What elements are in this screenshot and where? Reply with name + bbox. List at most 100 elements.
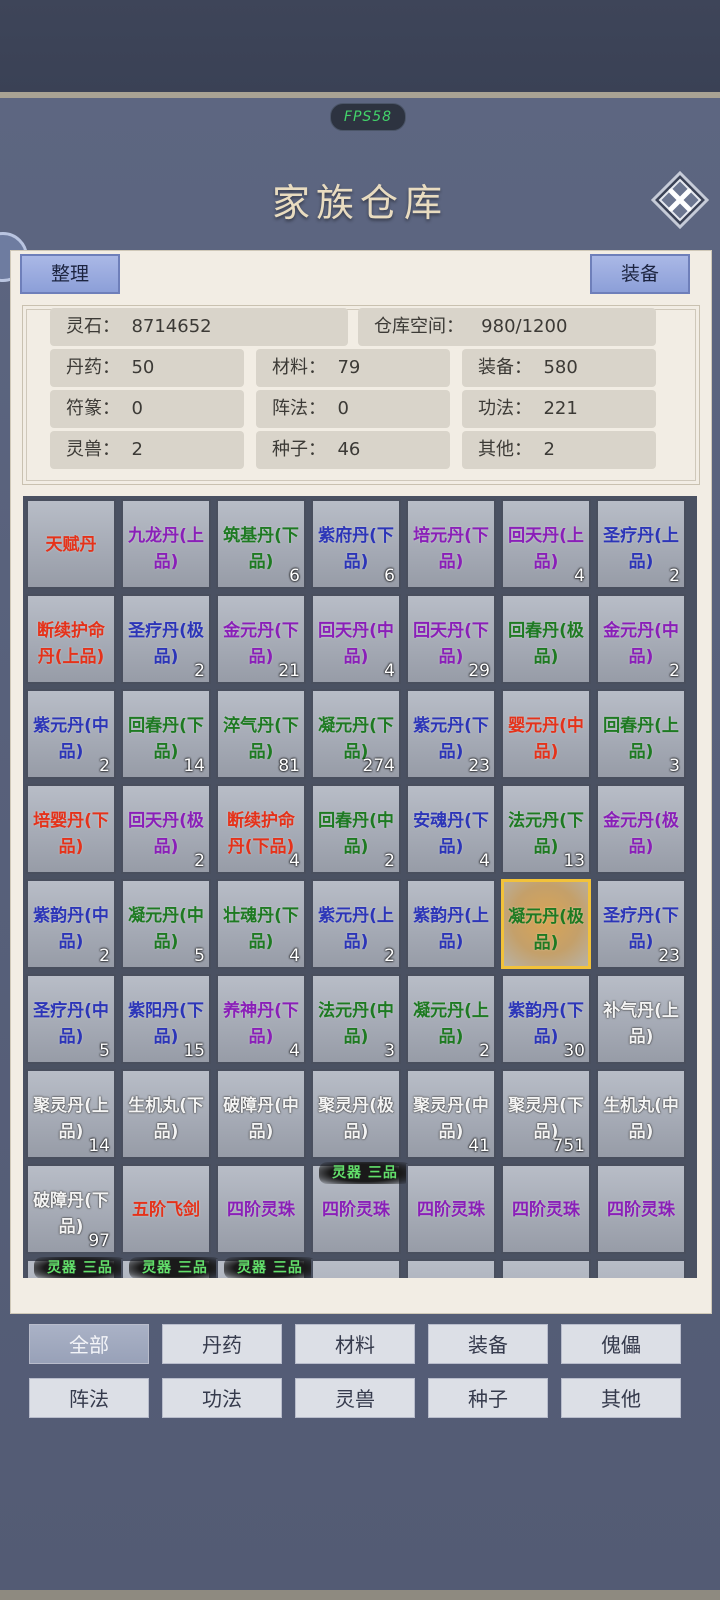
equip-button[interactable]: 装备 — [590, 254, 690, 294]
item-slot[interactable]: 补气丹(上品) — [596, 974, 686, 1064]
item-name: 五阶飞剑 — [132, 1200, 200, 1220]
item-slot[interactable]: 金元丹(极品) — [596, 784, 686, 874]
item-slot[interactable]: 紫元丹(下品) 23 — [406, 689, 496, 779]
item-slot[interactable]: 紫府丹(下品) 6 — [311, 499, 401, 589]
item-slot[interactable]: 凝元丹(中品) 5 — [121, 879, 211, 969]
category-tab[interactable]: 装备 — [428, 1324, 548, 1364]
sort-button[interactable]: 整理 — [20, 254, 120, 294]
item-count: 2 — [194, 661, 205, 681]
item-slot[interactable]: 圣疗丹(上品) 2 — [596, 499, 686, 589]
item-name: 紫韵丹(上品) — [413, 906, 489, 952]
item-slot[interactable]: 紫韵丹(下品) 30 — [501, 974, 591, 1064]
category-tab[interactable]: 其他 — [561, 1378, 681, 1418]
item-slot[interactable]: 紫韵丹(上品) — [406, 879, 496, 969]
item-slot[interactable]: 培元丹(下品) — [406, 499, 496, 589]
item-name: 九龙丹(上品) — [128, 526, 204, 572]
item-slot[interactable]: 紫韵丹(中品) 2 — [26, 879, 116, 969]
item-slot[interactable]: 凝元丹(极品) — [501, 879, 591, 969]
item-slot[interactable]: 回天丹(下品) 29 — [406, 594, 496, 684]
item-count: 2 — [384, 946, 395, 966]
item-slot[interactable]: 回天丹(极品) 2 — [121, 784, 211, 874]
category-tab[interactable]: 丹药 — [162, 1324, 282, 1364]
item-slot[interactable]: 凝元丹(下品) 274 — [311, 689, 401, 779]
category-tab[interactable]: 傀儡 — [561, 1324, 681, 1364]
category-tab[interactable]: 材料 — [295, 1324, 415, 1364]
item-slot[interactable]: 紫阳丹(下品) 15 — [121, 974, 211, 1064]
item-slot[interactable]: 回春丹(极品) — [501, 594, 591, 684]
item-slot[interactable]: 灵器 三品 — [26, 1257, 126, 1278]
item-slot[interactable]: 圣疗丹(下品) 23 — [596, 879, 686, 969]
item-grade-tag: 灵器 三品 — [34, 1257, 126, 1278]
item-slot[interactable]: 法元丹(中品) 3 — [311, 974, 401, 1064]
item-slot[interactable]: 聚灵丹(上品) 14 — [26, 1069, 116, 1159]
item-slot[interactable]: 破障丹(中品) — [216, 1069, 306, 1159]
item-slot[interactable]: 四阶灵珠 — [216, 1164, 306, 1254]
item-slot[interactable]: 紫元丹(上品) 2 — [311, 879, 401, 969]
item-slot[interactable]: 回春丹(中品) 2 — [311, 784, 401, 874]
category-tab[interactable]: 全部 — [29, 1324, 149, 1364]
item-slot[interactable]: 安魂丹(下品) 4 — [406, 784, 496, 874]
item-slot[interactable]: 四阶灵珠 灵器 三品 — [311, 1162, 411, 1254]
item-slot[interactable]: 灵器 三品 — [121, 1257, 221, 1278]
item-count: 6 — [289, 566, 300, 586]
item-name: 四阶灵珠 — [417, 1200, 485, 1220]
item-slot[interactable]: 养神丹(下品) 4 — [216, 974, 306, 1064]
category-tab[interactable]: 种子 — [428, 1378, 548, 1418]
item-slot[interactable]: 灵器 三品 — [216, 1257, 316, 1278]
item-slot[interactable]: 培婴丹(下品) — [26, 784, 116, 874]
item-name: 生机丸(下品) — [128, 1096, 204, 1142]
item-count: 2 — [99, 756, 110, 776]
item-slot[interactable]: 法元丹(下品) 13 — [501, 784, 591, 874]
item-slot[interactable]: 断续护命丹(上品) — [26, 594, 116, 684]
item-slot[interactable]: 聚灵丹(中品) 41 — [406, 1069, 496, 1159]
item-grid[interactable]: 天赋丹 九龙丹(上品) 筑基丹(下品) 6 紫府丹(下品) 6 培元丹(下品) 回天丹(上品)… — [23, 496, 697, 1278]
item-slot[interactable]: 婴元丹(中品) — [501, 689, 591, 779]
item-name: 四阶灵珠 — [512, 1200, 580, 1220]
category-tab[interactable]: 灵兽 — [295, 1378, 415, 1418]
item-slot[interactable] — [311, 1259, 401, 1278]
close-button[interactable] — [650, 170, 710, 230]
item-slot[interactable]: 断续护命丹(下品) 4 — [216, 784, 306, 874]
item-slot[interactable]: 生机丸(下品) — [121, 1069, 211, 1159]
item-slot[interactable]: 凝元丹(上品) 2 — [406, 974, 496, 1064]
item-slot[interactable]: 紫元丹(中品) 2 — [26, 689, 116, 779]
item-slot[interactable]: 聚灵丹(下品) 751 — [501, 1069, 591, 1159]
item-slot[interactable]: 回天丹(中品) 4 — [311, 594, 401, 684]
item-slot[interactable]: 筑基丹(下品) 6 — [216, 499, 306, 589]
item-slot[interactable]: 圣疗丹(中品) 5 — [26, 974, 116, 1064]
item-grade-tag: 灵器 三品 — [319, 1162, 411, 1184]
item-count: 3 — [384, 1041, 395, 1061]
category-tab[interactable]: 阵法 — [29, 1378, 149, 1418]
item-slot[interactable]: 回天丹(上品) 4 — [501, 499, 591, 589]
item-count: 21 — [278, 661, 300, 681]
item-slot[interactable]: 天赋丹 — [26, 499, 116, 589]
item-slot[interactable]: 金元丹(下品) 21 — [216, 594, 306, 684]
item-slot[interactable]: 五阶飞剑 — [121, 1164, 211, 1254]
item-slot[interactable]: 四阶灵珠 — [406, 1164, 496, 1254]
item-slot[interactable]: 回春丹(上品) 3 — [596, 689, 686, 779]
item-slot[interactable]: 四阶灵珠 — [501, 1164, 591, 1254]
item-slot[interactable]: 回春丹(下品) 14 — [121, 689, 211, 779]
item-slot[interactable]: 淬气丹(下品) 81 — [216, 689, 306, 779]
item-slot[interactable]: 聚灵丹(极品) — [311, 1069, 401, 1159]
item-name: 培元丹(下品) — [413, 526, 489, 572]
item-count: 2 — [479, 1041, 490, 1061]
item-slot[interactable]: 金元丹(中品) 2 — [596, 594, 686, 684]
category-tab[interactable]: 功法 — [162, 1378, 282, 1418]
item-slot[interactable]: 生机丸(中品) — [596, 1069, 686, 1159]
item-slot[interactable]: 圣疗丹(极品) 2 — [121, 594, 211, 684]
item-count: 23 — [658, 946, 680, 966]
item-slot[interactable] — [406, 1259, 496, 1278]
item-count: 97 — [88, 1231, 110, 1251]
item-count: 4 — [479, 851, 490, 871]
stat-equipment: 装备： 580 — [462, 349, 656, 387]
item-name: 补气丹(上品) — [603, 1001, 679, 1047]
item-slot[interactable] — [501, 1259, 591, 1278]
fps-counter: FPS58 — [330, 103, 406, 131]
item-slot[interactable]: 壮魂丹(下品) 4 — [216, 879, 306, 969]
item-slot[interactable]: 九龙丹(上品) — [121, 499, 211, 589]
item-count: 2 — [669, 566, 680, 586]
item-slot[interactable]: 破障丹(下品) 97 — [26, 1164, 116, 1254]
item-slot[interactable]: 四阶灵珠 — [596, 1164, 686, 1254]
item-slot[interactable] — [596, 1259, 686, 1278]
